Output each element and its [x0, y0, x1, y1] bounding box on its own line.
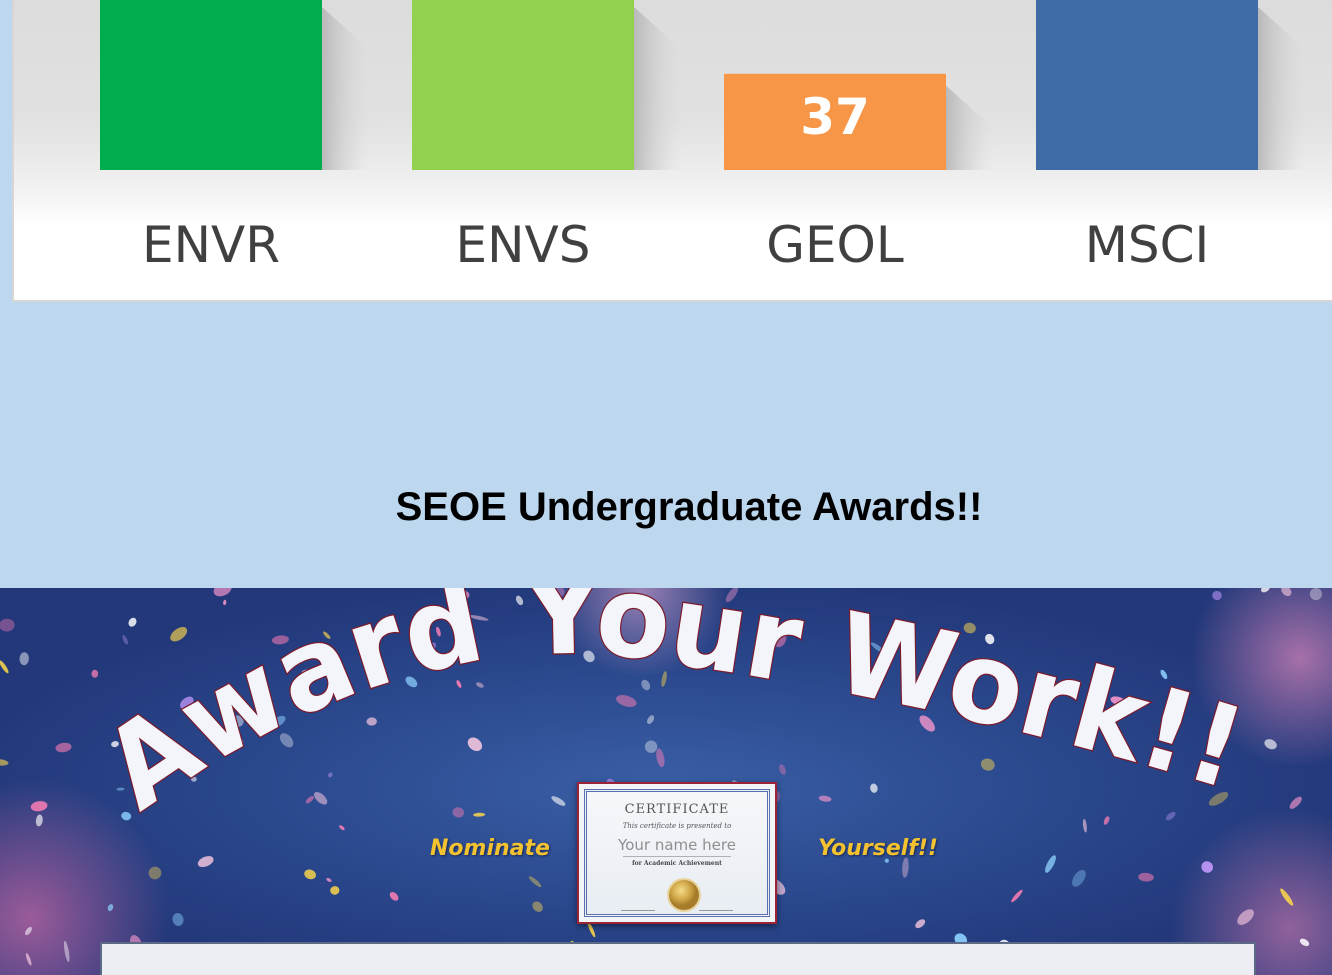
bar-shadow-geol [946, 85, 994, 170]
confetti-piece [915, 919, 926, 929]
bar-envr [100, 0, 322, 170]
confetti-piece [304, 869, 316, 880]
signature-line-left [621, 910, 655, 911]
confetti-piece [326, 877, 332, 883]
confetti-piece [528, 876, 542, 888]
confetti-piece [1138, 872, 1154, 882]
certificate-presented-line: This certificate is presented to [622, 822, 732, 830]
confetti-piece [25, 926, 32, 936]
bar-msci [1036, 0, 1258, 170]
certificate-name-line [623, 856, 731, 857]
confetti-piece [107, 904, 114, 912]
bar-chart: ENVR ENVS 37 GEOL MSCI [100, 0, 1306, 274]
confetti-piece [197, 856, 214, 868]
confetti-piece [1237, 909, 1254, 925]
award-banner[interactable]: Award Your Work!! Nominate CERTIFICATE T… [0, 588, 1332, 975]
category-label-envr: ENVR [142, 216, 280, 274]
bar-shadow-envr [322, 7, 370, 170]
confetti-piece [389, 892, 399, 901]
gold-seal-icon [669, 880, 699, 910]
tagline-nominate: Nominate [430, 836, 550, 861]
confetti-piece [25, 953, 32, 966]
bar-shadow-envs [634, 7, 682, 170]
bar-chart-panel: ENVR ENVS 37 GEOL MSCI [12, 0, 1332, 302]
category-label-msci: MSCI [1085, 216, 1210, 274]
confetti-piece [1072, 869, 1086, 887]
bar-shadow-msci [1258, 7, 1306, 170]
banner-content-box [100, 942, 1256, 975]
data-label-geol: 37 [800, 88, 870, 146]
bar-envs [412, 0, 634, 170]
certificate-name: Your name here [618, 836, 736, 854]
confetti-piece [63, 940, 70, 962]
tagline-yourself: Yourself!! [818, 836, 938, 861]
confetti-piece [1280, 888, 1294, 906]
confetti-piece [148, 866, 162, 880]
confetti-piece [330, 886, 340, 895]
confetti-piece [1045, 855, 1056, 873]
confetti-piece [1011, 889, 1023, 903]
certificate-image: CERTIFICATE This certificate is presente… [577, 782, 777, 924]
confetti-piece [532, 901, 543, 912]
certificate-for-line: for Academic Achievement [632, 860, 722, 867]
confetti-piece [1201, 861, 1213, 873]
confetti-piece [1299, 938, 1310, 947]
section-title: SEOE Undergraduate Awards!! [395, 485, 983, 529]
signature-line-right [699, 910, 733, 911]
confetti-piece [172, 913, 184, 926]
category-label-geol: GEOL [766, 216, 904, 274]
category-label-envs: ENVS [456, 216, 591, 274]
certificate-border: CERTIFICATE This certificate is presente… [584, 789, 770, 917]
certificate-title: CERTIFICATE [624, 802, 730, 817]
